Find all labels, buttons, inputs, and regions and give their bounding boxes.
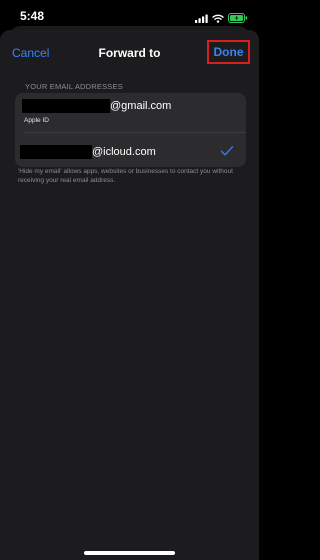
forward-to-sheet: Cancel Forward to Done YOUR EMAIL ADDRES…	[0, 30, 259, 560]
email-domain: @gmail.com	[110, 100, 172, 112]
email-option-gmail[interactable]: @gmail.com Apple ID	[15, 93, 246, 132]
section-header: YOUR EMAIL ADDRESSES	[25, 82, 123, 91]
done-button[interactable]: Done	[207, 40, 250, 64]
apple-id-label: Apple ID	[24, 117, 49, 124]
cancel-button[interactable]: Cancel	[12, 46, 49, 60]
redacted-email-user	[22, 99, 110, 113]
checkmark-icon	[220, 144, 234, 156]
redacted-email-user	[20, 145, 92, 159]
done-button-label: Done	[213, 45, 244, 59]
status-time: 5:48	[20, 9, 45, 23]
email-address-list: @gmail.com Apple ID @icloud.com	[15, 93, 246, 167]
nav-bar: Cancel Forward to Done	[0, 30, 259, 76]
footer-note: 'Hide my email' allows apps, websites or…	[18, 168, 233, 184]
email-option-icloud[interactable]: @icloud.com	[15, 133, 246, 167]
email-domain: @icloud.com	[92, 146, 156, 158]
home-indicator	[84, 551, 175, 555]
